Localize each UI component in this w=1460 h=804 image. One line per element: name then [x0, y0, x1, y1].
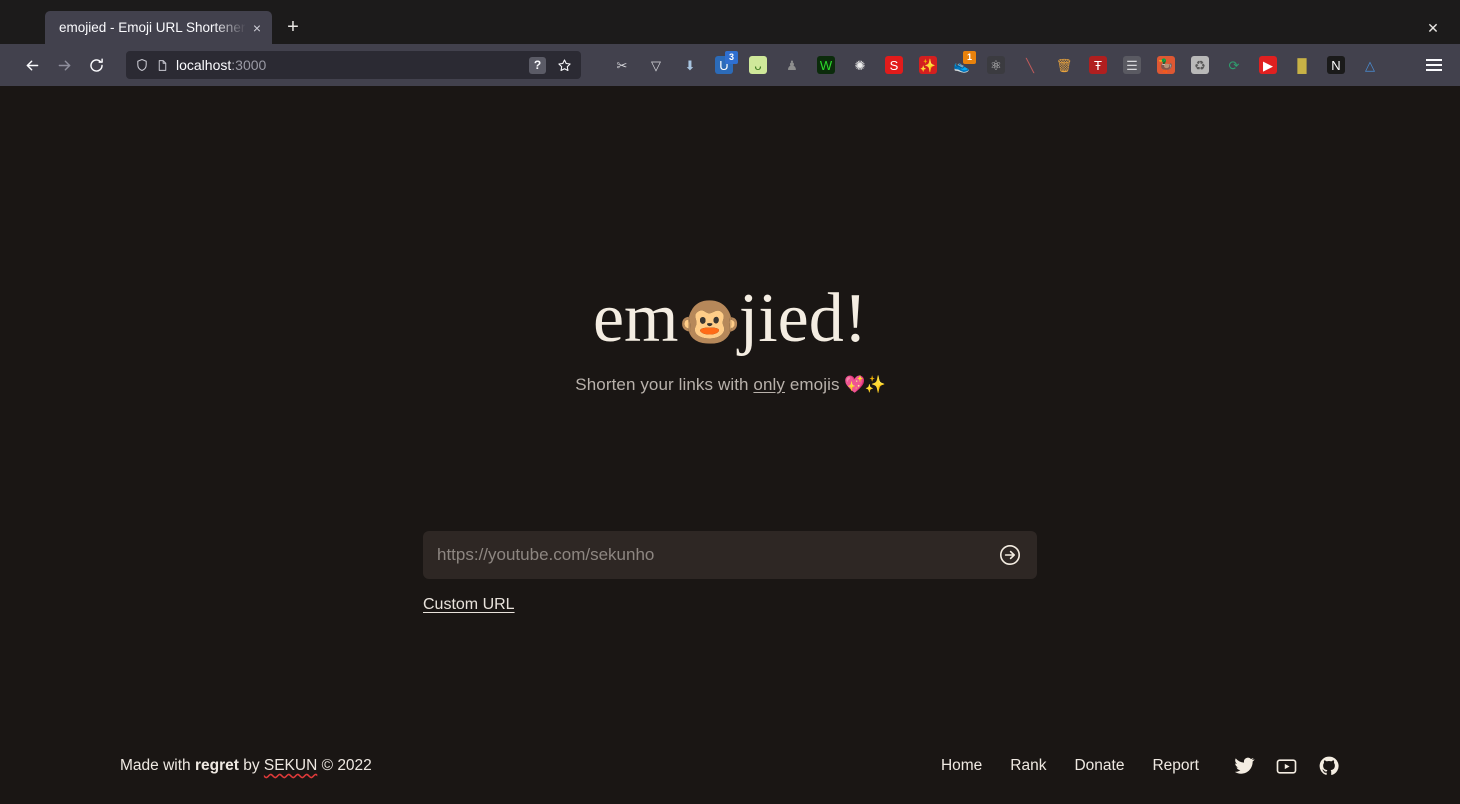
- extensions-tray: ✂ ▽ ⬇ U 3 ᴗ ♟ W ✺ S ✨ 👟 1 ⚛ ╲ 🗑 Ŧ ☰ 🦆 ♻ ⟳ ▶ █ N △: [605, 50, 1414, 80]
- navigation-toolbar: localhost:3000 ? ✂ ▽ ⬇ U 3 ᴗ ♟ W ✺ S ✨ 👟 1 ⚛ ╲ 🗑 Ŧ ☰ 🦆 ♻ ⟳ ▶ █…: [0, 44, 1460, 86]
- hero-section: em🐵jied! Shorten your links with only em…: [0, 86, 1460, 395]
- url-input-wrapper[interactable]: [423, 531, 1037, 579]
- sparkling-heart-sparkles-icon: 💖✨: [844, 375, 885, 394]
- url-host: localhost: [176, 57, 232, 73]
- url-input[interactable]: [437, 545, 995, 565]
- refresh-extension-icon[interactable]: ⟳: [1217, 50, 1251, 80]
- ublock-origin-icon[interactable]: U3: [707, 50, 741, 80]
- no-script-icon[interactable]: ╲: [1013, 50, 1047, 80]
- tab-strip: emojied - Emoji URL Shortener × + ✕: [0, 0, 1460, 44]
- reload-icon[interactable]: [80, 50, 112, 80]
- no-script-icon-glyph: ╲: [1026, 57, 1034, 73]
- wappalyzer-icon[interactable]: W: [809, 50, 843, 80]
- youtube-icon[interactable]: [1275, 755, 1298, 778]
- react-devtools-icon[interactable]: ⚛: [979, 50, 1013, 80]
- web-archive-icon-glyph: ☰: [1123, 56, 1141, 74]
- nano-defender-icon-glyph: N: [1327, 56, 1345, 74]
- pocket-icon[interactable]: ▽: [639, 50, 673, 80]
- submit-button[interactable]: [995, 540, 1025, 570]
- gnome-shell-icon-glyph: ✺: [854, 57, 866, 73]
- web-archive-icon[interactable]: ☰: [1115, 50, 1149, 80]
- help-badge-icon[interactable]: ?: [529, 56, 546, 74]
- page-footer: Made with regret by SEKUN © 2022 Home Ra…: [0, 746, 1460, 786]
- social-icons: [1233, 755, 1340, 778]
- github-icon[interactable]: [1318, 755, 1340, 777]
- close-icon[interactable]: ×: [248, 19, 266, 37]
- url-port: :3000: [231, 57, 267, 73]
- triangle-extension-icon[interactable]: △: [1353, 50, 1387, 80]
- shortener-form: Custom URL: [423, 531, 1037, 614]
- sourcegraph-icon[interactable]: S: [877, 50, 911, 80]
- downloads-icon-glyph: ⬇: [684, 57, 696, 73]
- screenshot-tool-icon[interactable]: ✂: [605, 50, 639, 80]
- browser-window: emojied - Emoji URL Shortener × + ✕ loca…: [0, 0, 1460, 804]
- sprout-extension-icon-glyph: ᴗ: [749, 56, 767, 74]
- custom-url-link[interactable]: Custom URL: [423, 596, 515, 614]
- logo-text-after: jied!: [738, 280, 868, 357]
- footer-link-home[interactable]: Home: [927, 757, 996, 775]
- ublacklist-icon[interactable]: Ŧ: [1081, 50, 1115, 80]
- footer-link-donate[interactable]: Donate: [1060, 757, 1138, 775]
- screenshot-tool-icon-glyph: ✂: [616, 57, 628, 73]
- forward-icon[interactable]: [48, 50, 80, 80]
- footer-link-report[interactable]: Report: [1138, 757, 1213, 775]
- shoe-extension-icon-badge: 1: [963, 51, 976, 64]
- gnome-shell-icon[interactable]: ✺: [843, 50, 877, 80]
- trash-cleaner-icon-glyph: 🗑: [1055, 57, 1073, 73]
- magic-wand-icon-glyph: ✨: [919, 56, 937, 74]
- credits-bold: regret: [194, 757, 239, 774]
- pocket-icon-glyph: ▽: [651, 57, 661, 73]
- youtube-extension-icon[interactable]: ▶: [1251, 50, 1285, 80]
- browser-tab[interactable]: emojied - Emoji URL Shortener ×: [45, 11, 272, 44]
- sprout-extension-icon[interactable]: ᴗ: [741, 50, 775, 80]
- nano-defender-icon[interactable]: N: [1319, 50, 1353, 80]
- credits-prefix: Made with: [120, 757, 195, 774]
- credits-author: SEKUN: [263, 757, 318, 774]
- footer-link-rank[interactable]: Rank: [996, 757, 1060, 775]
- shield-icon[interactable]: [135, 58, 149, 72]
- page-icon[interactable]: [156, 59, 169, 72]
- duckduckgo-icon[interactable]: 🦆: [1149, 50, 1183, 80]
- tagline-emphasis: only: [753, 375, 786, 394]
- star-icon[interactable]: [553, 54, 575, 76]
- logo-text-before: em: [592, 280, 679, 357]
- refresh-extension-icon-glyph: ⟳: [1228, 57, 1240, 73]
- page-content: em🐵jied! Shorten your links with only em…: [0, 86, 1460, 804]
- back-icon[interactable]: [16, 50, 48, 80]
- tagline: Shorten your links with only emojis 💖✨: [0, 375, 1460, 395]
- open-menu-icon[interactable]: [1418, 50, 1450, 80]
- trash-cleaner-icon[interactable]: 🗑: [1047, 50, 1081, 80]
- footer-navigation: Home Rank Donate Report: [927, 755, 1340, 778]
- ublacklist-icon-glyph: Ŧ: [1089, 56, 1107, 74]
- twitter-icon[interactable]: [1233, 755, 1255, 777]
- privacy-badger-icon[interactable]: ♟: [775, 50, 809, 80]
- credits-suffix: © 2022: [317, 757, 372, 774]
- privacy-badger-icon-glyph: ♟: [786, 57, 798, 73]
- magic-wand-icon[interactable]: ✨: [911, 50, 945, 80]
- cookie-autodelete-icon[interactable]: ♻: [1183, 50, 1217, 80]
- wappalyzer-icon-glyph: W: [817, 56, 835, 74]
- window-close-button[interactable]: ✕: [1418, 16, 1448, 40]
- new-tab-button[interactable]: +: [278, 12, 308, 42]
- triangle-extension-icon-glyph: △: [1365, 57, 1375, 73]
- youtube-extension-icon-glyph: ▶: [1259, 56, 1277, 74]
- address-bar[interactable]: localhost:3000 ?: [126, 51, 581, 79]
- tagline-before: Shorten your links with: [575, 375, 754, 394]
- duckduckgo-icon-glyph: 🦆: [1157, 56, 1175, 74]
- credits-middle: by: [238, 757, 264, 774]
- downloads-icon[interactable]: ⬇: [673, 50, 707, 80]
- shoe-extension-icon[interactable]: 👟 1: [945, 50, 979, 80]
- monkey-face-icon: 🐵: [678, 294, 740, 350]
- cookie-autodelete-icon-glyph: ♻: [1191, 56, 1209, 74]
- ublock-origin-icon-badge: 3: [725, 51, 738, 64]
- bookmarks-icon-glyph: █: [1297, 57, 1307, 73]
- credits-text: Made with regret by SEKUN © 2022: [120, 757, 372, 775]
- sourcegraph-icon-glyph: S: [885, 56, 903, 74]
- react-devtools-icon-glyph: ⚛: [987, 56, 1005, 74]
- page-title: em🐵jied!: [0, 284, 1460, 354]
- bookmarks-icon[interactable]: █: [1285, 50, 1319, 80]
- url-text: localhost:3000: [176, 57, 522, 73]
- tagline-after: emojis: [785, 375, 845, 394]
- tab-title: emojied - Emoji URL Shortener: [59, 20, 246, 35]
